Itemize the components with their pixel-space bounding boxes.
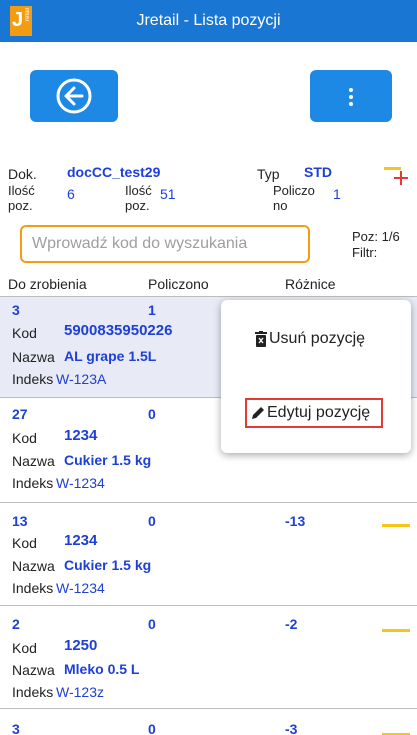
dok-label: Dok.: [8, 166, 37, 182]
item-diff: -13: [285, 513, 306, 529]
item-counted: 0: [148, 616, 156, 632]
item-nazwa: AL grape 1.5L: [64, 348, 157, 364]
item-todo: 3: [12, 721, 20, 735]
typ-value: STD: [304, 164, 332, 180]
item-diff: -2: [285, 616, 298, 632]
dok-value: docCC_test29: [67, 164, 161, 180]
ilosc-label-2: poz.: [125, 198, 150, 213]
item-indeks: W-123A: [56, 371, 107, 387]
pencil-icon: [252, 407, 264, 419]
increment-decrement-icon[interactable]: [384, 162, 414, 192]
position-counter: Poz: 1/6: [352, 229, 400, 244]
item-todo: 13: [12, 513, 28, 529]
delete-item-label: Usuń pozycję: [269, 330, 366, 347]
ilosc-value: 51: [160, 186, 176, 202]
app-title: Jretail - Lista pozycji: [136, 12, 281, 29]
item-todo: 27: [12, 406, 28, 422]
indeks-label: Indeks: [12, 684, 54, 700]
nazwa-label: Nazwa: [12, 453, 55, 469]
item-todo: 3: [12, 302, 20, 318]
title-bar: J retail Jretail - Lista pozycji: [0, 0, 417, 42]
indeks-label: Indeks: [12, 475, 54, 491]
item-kod: 1250: [64, 637, 98, 654]
item-counted: 1: [148, 302, 156, 318]
item-indeks: W-123z: [56, 684, 104, 700]
nazwa-label: Nazwa: [12, 558, 55, 574]
more-menu-button[interactable]: [310, 70, 392, 122]
filter-label: Filtr:: [352, 245, 378, 260]
context-menu: Usuń pozycję Edytuj pozycję: [221, 300, 411, 453]
item-diff: -3: [285, 721, 298, 735]
minus-icon[interactable]: [382, 524, 410, 527]
list-item[interactable]: 13 0 -13 Kod 1234 Nazwa Cukier 1.5 kg In…: [0, 503, 417, 601]
item-kod: 1234: [64, 427, 98, 444]
edit-item-menu-option[interactable]: Edytuj pozycję: [245, 398, 383, 428]
item-indeks: W-1234: [56, 580, 105, 596]
policzono-label: Policzo: [273, 183, 315, 198]
back-button[interactable]: [30, 70, 118, 122]
ilosc-poz-label-2: poz.: [8, 198, 33, 213]
ilosc-poz-value: 6: [67, 186, 75, 202]
list-item[interactable]: 3 0 -3: [0, 709, 417, 735]
minus-icon[interactable]: [382, 629, 410, 632]
item-nazwa: Mleko 0.5 L: [64, 661, 140, 677]
item-indeks: W-1234: [56, 475, 105, 491]
item-kod: 1234: [64, 532, 98, 549]
search-input[interactable]: Wprowadź kod do wyszukania: [20, 225, 310, 263]
item-counted: 0: [148, 721, 156, 735]
nazwa-label: Nazwa: [12, 349, 55, 365]
indeks-label: Indeks: [12, 371, 54, 387]
list-item[interactable]: 2 0 -2 Kod 1250 Nazwa Mleko 0.5 L Indeks…: [0, 606, 417, 706]
item-counted: 0: [148, 513, 156, 529]
kod-label: Kod: [12, 325, 37, 341]
item-todo: 2: [12, 616, 20, 632]
item-counted: 0: [148, 406, 156, 422]
policzono-value: 1: [333, 186, 341, 202]
trash-icon: [255, 331, 267, 347]
policzono-label-2: no: [273, 198, 288, 213]
typ-label: Typ: [257, 166, 280, 182]
ilosc-poz-label: Ilość: [8, 183, 35, 198]
nazwa-label: Nazwa: [12, 662, 55, 678]
kod-label: Kod: [12, 535, 37, 551]
kod-label: Kod: [12, 430, 37, 446]
item-nazwa: Cukier 1.5 kg: [64, 557, 152, 573]
ilosc-label: Ilość: [125, 183, 152, 198]
item-kod: 5900835950226: [64, 322, 173, 339]
arrow-left-circle-icon: [56, 78, 92, 114]
indeks-label: Indeks: [12, 580, 54, 596]
edit-item-label: Edytuj pozycję: [267, 404, 371, 421]
kod-label: Kod: [12, 640, 37, 656]
item-nazwa: Cukier 1.5 kg: [64, 452, 152, 468]
column-header-diff: Różnice: [285, 276, 336, 292]
column-header-todo: Do zrobienia: [8, 276, 87, 292]
column-header-counted: Policzono: [148, 276, 209, 292]
